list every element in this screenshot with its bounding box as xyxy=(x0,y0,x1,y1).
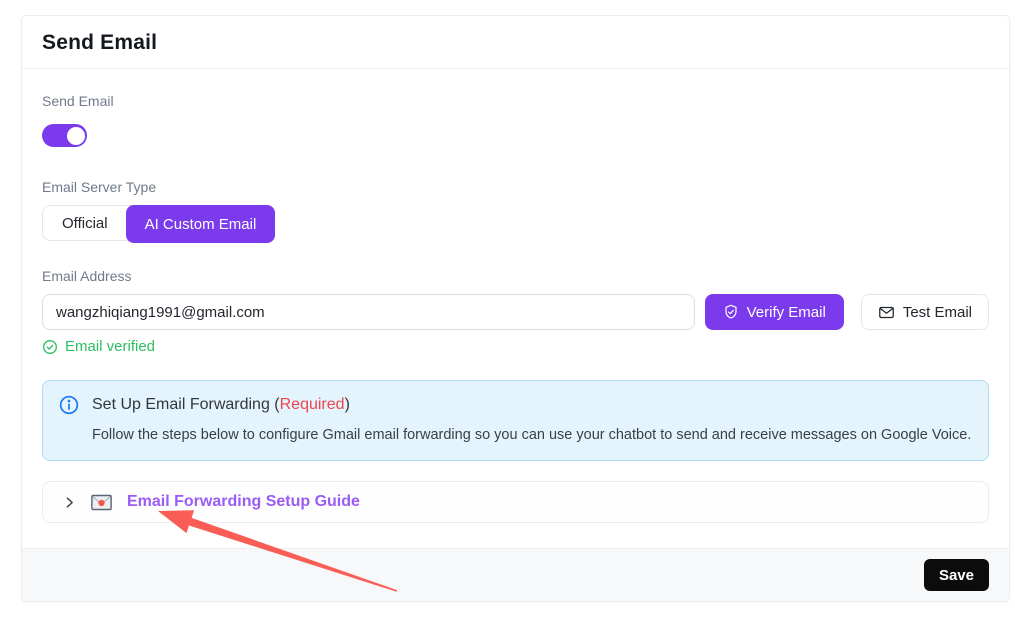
info-title: Set Up Email Forwarding (Required) xyxy=(92,396,350,414)
info-body-text: Follow the steps below to configure Gmai… xyxy=(92,427,972,443)
envelope-icon xyxy=(878,304,895,321)
shield-check-icon xyxy=(723,304,739,320)
save-button[interactable]: Save xyxy=(924,559,989,591)
toggle-knob xyxy=(67,127,85,145)
chevron-right-icon[interactable] xyxy=(63,496,76,509)
forwarding-guide-toggle[interactable]: Email Forwarding Setup Guide xyxy=(42,481,989,523)
test-email-button[interactable]: Test Email xyxy=(861,294,989,330)
server-type-option-ai-custom[interactable]: AI Custom Email xyxy=(126,205,276,243)
info-paren-close: ) xyxy=(345,396,350,413)
test-email-label: Test Email xyxy=(903,304,972,321)
server-type-option-official[interactable]: Official xyxy=(43,206,127,240)
server-type-segmented: Official AI Custom Email xyxy=(42,205,275,241)
card-footer: Save xyxy=(22,548,1009,601)
email-emoji-icon xyxy=(91,494,112,511)
page-title: Send Email xyxy=(42,31,989,55)
verify-email-button[interactable]: Verify Email xyxy=(705,294,844,330)
info-icon xyxy=(59,395,79,415)
card-header: Send Email xyxy=(22,16,1009,69)
info-title-row: Set Up Email Forwarding (Required) xyxy=(59,395,972,415)
forwarding-guide-label[interactable]: Email Forwarding Setup Guide xyxy=(127,493,360,511)
check-circle-icon xyxy=(42,339,58,355)
verify-email-label: Verify Email xyxy=(747,304,826,321)
email-row: Verify Email Test Email xyxy=(42,294,989,330)
email-address-label: Email Address xyxy=(42,269,989,283)
send-email-toggle[interactable] xyxy=(42,124,87,147)
info-title-text: Set Up Email Forwarding xyxy=(92,396,270,413)
email-address-input[interactable] xyxy=(42,294,695,330)
server-type-label: Email Server Type xyxy=(42,180,989,194)
info-required-text: Required xyxy=(280,396,345,413)
send-email-label: Send Email xyxy=(42,94,989,108)
email-verified-label: Email verified xyxy=(65,338,155,355)
send-email-card: Send Email Send Email Email Server Type … xyxy=(21,15,1010,602)
email-verified-status: Email verified xyxy=(42,338,989,355)
forwarding-info-alert: Set Up Email Forwarding (Required) Follo… xyxy=(42,380,989,461)
card-body: Send Email Email Server Type Official AI… xyxy=(22,69,1009,548)
